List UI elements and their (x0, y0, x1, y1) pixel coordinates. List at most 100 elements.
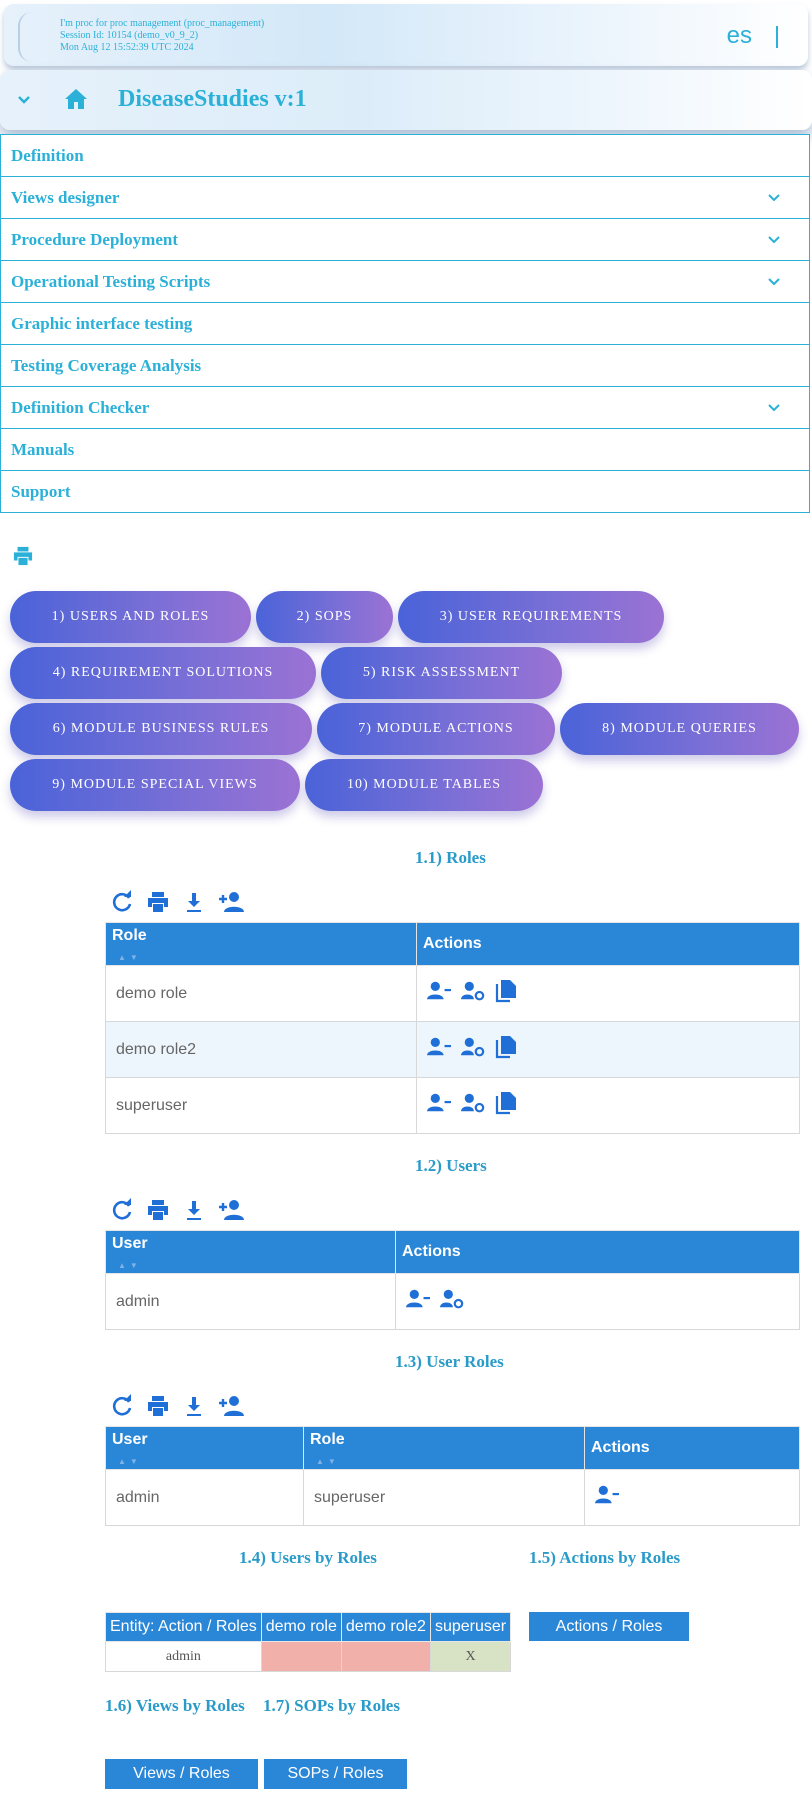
chevron-down-icon[interactable] (767, 401, 781, 420)
tab-users-and-roles[interactable]: 1) USERS AND ROLES (10, 591, 251, 643)
user-roles-col-role[interactable]: Role ▲▼ (303, 1426, 585, 1470)
tab-module-business-rules[interactable]: 6) MODULE BUSINESS RULES (10, 703, 312, 755)
matrix-cell-unassigned[interactable] (340, 1641, 431, 1672)
actions-by-roles-title: 1.5) Actions by Roles (529, 1548, 681, 1567)
table-row[interactable]: admin superuser (105, 1469, 800, 1526)
users-table: User ▲▼ Actions admin (105, 1230, 800, 1330)
matrix-header-role: demo role2 (340, 1612, 431, 1642)
menu-item-label: Operational Testing Scripts (11, 272, 211, 291)
user-name-cell: admin (105, 1273, 396, 1330)
column-header-label: Role (112, 927, 147, 944)
print-icon[interactable] (146, 890, 172, 916)
menu-item-testing-coverage-analysis[interactable]: Testing Coverage Analysis (0, 345, 810, 387)
remove-user-icon[interactable] (406, 1288, 430, 1315)
menu-item-label: Definition Checker (11, 398, 150, 417)
menu-item-operational-testing-scripts[interactable]: Operational Testing Scripts (0, 261, 810, 303)
tab-user-requirements[interactable]: 3) USER REQUIREMENTS (398, 591, 664, 643)
menu-item-label: Manuals (11, 440, 75, 459)
column-header-label: User (112, 1431, 148, 1448)
views-roles-button[interactable]: Views / Roles (105, 1759, 258, 1789)
menu-item-views-designer[interactable]: Views designer (0, 177, 810, 219)
roles-section-title: 1.1) Roles (415, 848, 486, 867)
menu-item-definition[interactable]: Definition (0, 134, 810, 177)
sort-arrows-icon[interactable]: ▲▼ (118, 1457, 142, 1466)
tab-module-tables[interactable]: 10) MODULE TABLES (305, 759, 543, 811)
remove-user-icon[interactable] (595, 1484, 619, 1511)
roles-col-actions: Actions (416, 922, 800, 966)
print-icon[interactable] (12, 546, 34, 571)
language-switch[interactable]: es (727, 22, 752, 50)
copy-icon[interactable] (495, 1035, 517, 1064)
home-icon[interactable] (64, 88, 88, 115)
print-icon[interactable] (146, 1198, 172, 1224)
menu-item-procedure-deployment[interactable]: Procedure Deployment (0, 219, 810, 261)
sort-arrows-icon[interactable]: ▲▼ (118, 953, 142, 962)
sops-roles-button[interactable]: SOPs / Roles (264, 1759, 407, 1789)
user-settings-icon[interactable] (461, 1036, 485, 1063)
role-name-cell: demo role (105, 965, 417, 1022)
copy-icon[interactable] (495, 979, 517, 1008)
refresh-icon[interactable] (110, 1394, 136, 1420)
sort-arrows-icon[interactable]: ▲▼ (316, 1457, 340, 1466)
menu-item-manuals[interactable]: Manuals (0, 429, 810, 471)
menu-item-support[interactable]: Support (0, 471, 810, 513)
table-row[interactable]: admin (105, 1273, 800, 1330)
copy-icon[interactable] (495, 1091, 517, 1120)
refresh-icon[interactable] (110, 1198, 136, 1224)
matrix-header-role: demo role (260, 1612, 342, 1642)
table-row[interactable]: demo role (105, 965, 800, 1022)
menu-item-label: Definition (11, 146, 84, 165)
app-title-bar: DiseaseStudies v:1 (0, 70, 812, 130)
users-col-user[interactable]: User ▲▼ (105, 1230, 396, 1274)
matrix-row-label: admin (105, 1641, 262, 1672)
role-name-cell: superuser (303, 1469, 585, 1526)
table-row[interactable]: demo role2 (105, 1021, 800, 1078)
download-icon[interactable] (182, 890, 208, 916)
user-name-cell: admin (105, 1469, 304, 1526)
row-actions (406, 1288, 789, 1315)
refresh-icon[interactable] (110, 890, 136, 916)
add-user-icon[interactable] (218, 890, 244, 916)
column-header-label: User (112, 1235, 148, 1252)
menu-item-definition-checker[interactable]: Definition Checker (0, 387, 810, 429)
user-roles-table: User ▲▼ Role ▲▼ Actions admin superuser (105, 1426, 800, 1526)
menu-item-label: Views designer (11, 188, 120, 207)
user-roles-col-actions: Actions (584, 1426, 800, 1470)
role-name-cell: demo role2 (105, 1021, 417, 1078)
chevron-down-icon[interactable] (767, 233, 781, 252)
session-header: I'm proc for proc management (proc_manag… (4, 4, 808, 66)
roles-col-role[interactable]: Role ▲▼ (105, 922, 417, 966)
users-col-actions: Actions (395, 1230, 800, 1274)
chevron-down-icon[interactable] (767, 191, 781, 210)
user-settings-icon[interactable] (440, 1288, 464, 1315)
user-settings-icon[interactable] (461, 1092, 485, 1119)
chevron-down-icon[interactable] (16, 92, 32, 113)
tab-risk-assessment[interactable]: 5) RISK ASSESSMENT (321, 647, 562, 699)
tab-module-actions[interactable]: 7) MODULE ACTIONS (317, 703, 555, 755)
remove-user-icon[interactable] (427, 980, 451, 1007)
tab-module-special-views[interactable]: 9) MODULE SPECIAL VIEWS (10, 759, 300, 811)
sort-arrows-icon[interactable]: ▲▼ (118, 1261, 142, 1270)
user-settings-icon[interactable] (461, 980, 485, 1007)
app-title: DiseaseStudies v:1 (118, 86, 307, 112)
download-icon[interactable] (182, 1198, 208, 1224)
user-roles-col-user[interactable]: User ▲▼ (105, 1426, 304, 1470)
matrix-cell-unassigned[interactable] (260, 1641, 342, 1672)
chevron-down-icon[interactable] (767, 275, 781, 294)
tab-module-queries[interactable]: 8) MODULE QUERIES (560, 703, 799, 755)
add-user-icon[interactable] (218, 1198, 244, 1224)
menu-item-graphic-interface-testing[interactable]: Graphic interface testing (0, 303, 810, 345)
roles-toolbar (110, 890, 244, 916)
table-row: admin X (105, 1641, 512, 1672)
remove-user-icon[interactable] (427, 1036, 451, 1063)
add-user-icon[interactable] (218, 1394, 244, 1420)
download-icon[interactable] (182, 1394, 208, 1420)
print-icon[interactable] (146, 1394, 172, 1420)
remove-user-icon[interactable] (427, 1092, 451, 1119)
tab-requirement-solutions[interactable]: 4) REQUIREMENT SOLUTIONS (10, 647, 316, 699)
views-by-roles-title: 1.6) Views by Roles (105, 1696, 245, 1715)
matrix-cell-assigned[interactable]: X (429, 1641, 512, 1672)
actions-roles-button[interactable]: Actions / Roles (529, 1612, 689, 1641)
tab-sops[interactable]: 2) SOPS (256, 591, 393, 643)
table-row[interactable]: superuser (105, 1077, 800, 1134)
